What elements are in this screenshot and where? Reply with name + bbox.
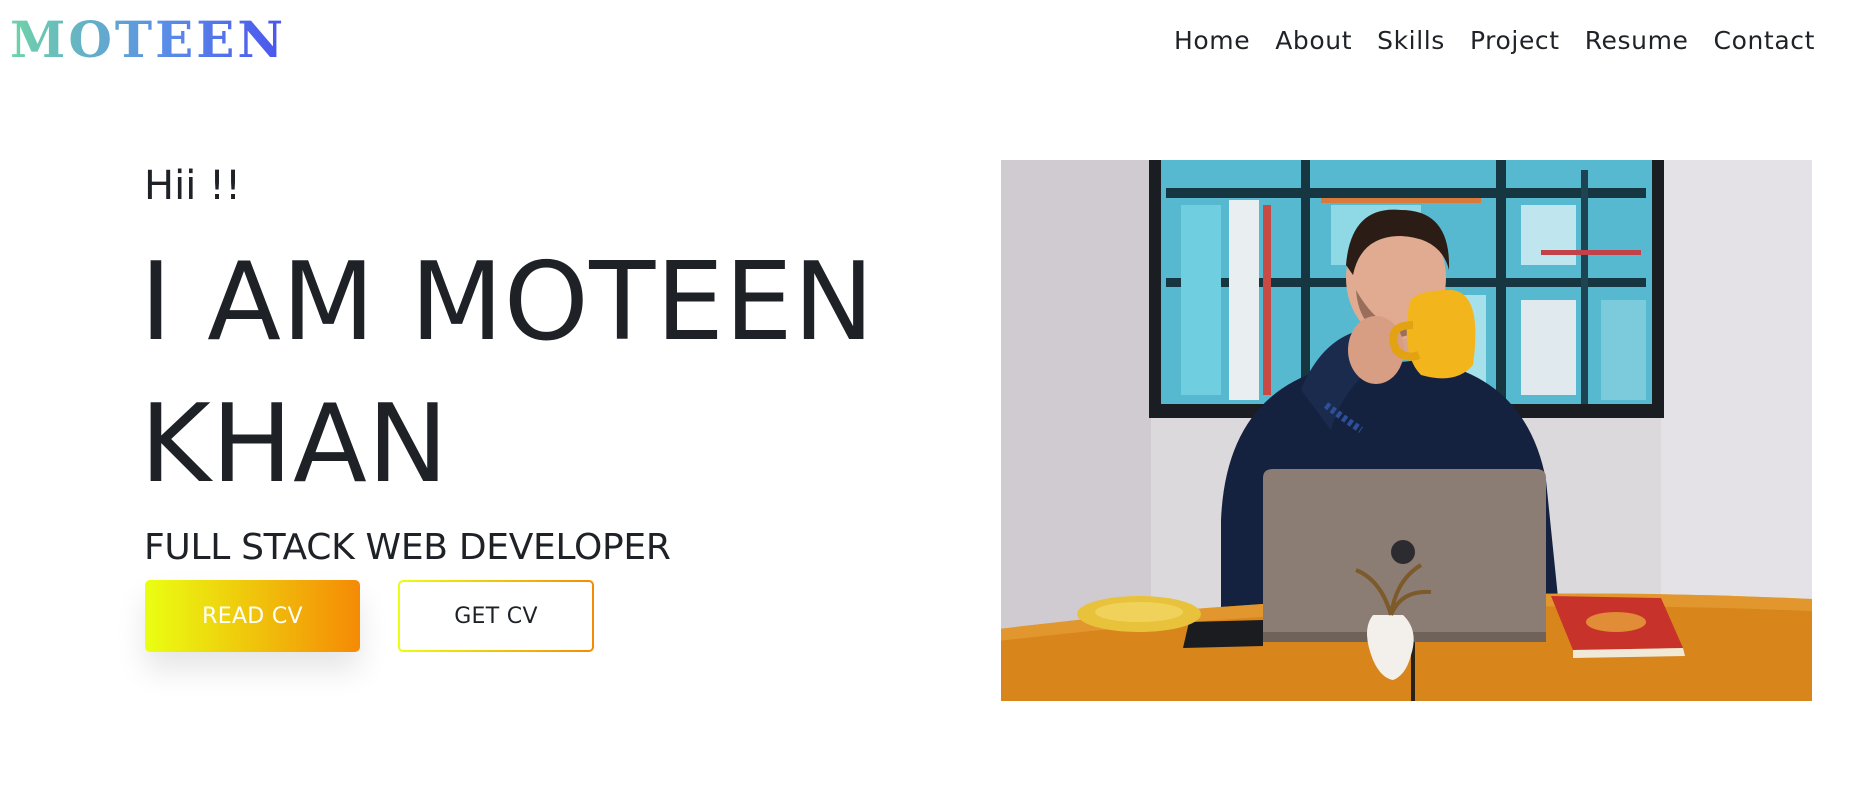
nav-link-contact[interactable]: Contact [1714,20,1815,62]
nav-link-resume[interactable]: Resume [1585,20,1689,62]
hero-title: I AM MOTEEN KHAN [140,232,960,516]
nav-link-about[interactable]: About [1275,20,1352,62]
nav-link-project[interactable]: Project [1470,20,1560,62]
nav-links: Home About Skills Project Resume Contact [1174,20,1815,62]
read-cv-button[interactable]: READ CV [145,580,360,652]
get-cv-button[interactable]: GET CV [398,580,594,652]
brand-logo[interactable]: MOTEEN [10,8,286,72]
hero-subtitle: FULL STACK WEB DEVELOPER [144,527,671,568]
hero-photo-svg [1001,160,1812,701]
hero-title-line-1: I AM MOTEEN [140,240,875,365]
nav-item-skills: Skills [1377,20,1445,62]
nav-item-about: About [1275,20,1352,62]
mug [1406,290,1476,379]
nav-item-contact: Contact [1714,20,1815,62]
nav-item-project: Project [1470,20,1560,62]
nav-link-skills[interactable]: Skills [1377,20,1445,62]
page: MOTEEN Home About Skills Project Resume … [0,0,1853,802]
navbar: MOTEEN Home About Skills Project Resume … [0,0,1853,84]
nav-item-resume: Resume [1585,20,1689,62]
nav-link-home[interactable]: Home [1174,20,1250,62]
hero-title-line-2: KHAN [140,382,449,507]
nav-item-home: Home [1174,20,1250,62]
hero-photo [1001,160,1812,701]
hero-greeting: Hii !! [144,163,242,209]
